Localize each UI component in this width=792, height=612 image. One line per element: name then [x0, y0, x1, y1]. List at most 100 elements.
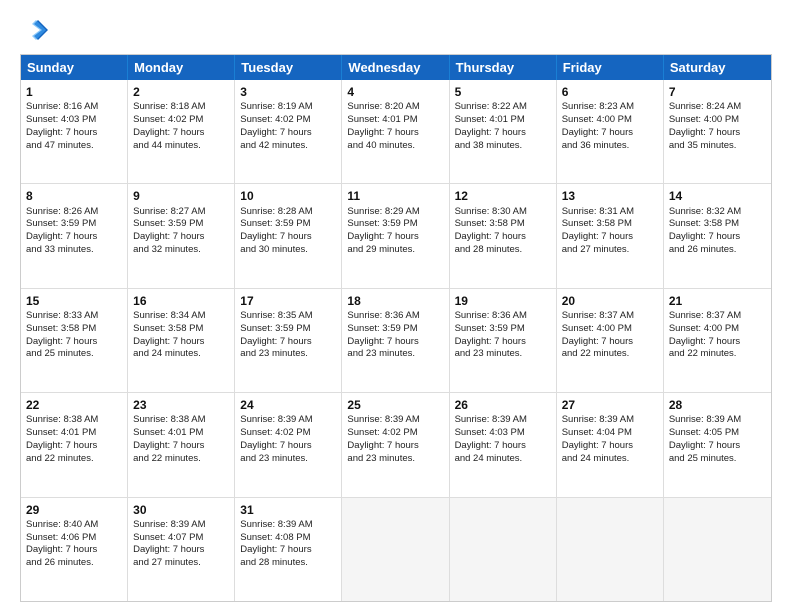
day-cell-19: 19Sunrise: 8:36 AMSunset: 3:59 PMDayligh…	[450, 289, 557, 392]
sunrise-text: Sunrise: 8:38 AM	[133, 414, 205, 425]
daylight-minutes: and 47 minutes.	[26, 140, 94, 151]
sunrise-text: Sunrise: 8:39 AM	[240, 519, 312, 530]
day-cell-8: 8Sunrise: 8:26 AMSunset: 3:59 PMDaylight…	[21, 184, 128, 287]
daylight-text: Daylight: 7 hours	[669, 440, 740, 451]
sunset-text: Sunset: 4:04 PM	[562, 427, 632, 438]
day-cell-4: 4Sunrise: 8:20 AMSunset: 4:01 PMDaylight…	[342, 80, 449, 183]
day-cell-29: 29Sunrise: 8:40 AMSunset: 4:06 PMDayligh…	[21, 498, 128, 601]
daylight-text: Daylight: 7 hours	[347, 440, 418, 451]
daylight-text: Daylight: 7 hours	[347, 127, 418, 138]
sunset-text: Sunset: 4:08 PM	[240, 532, 310, 543]
daylight-minutes: and 23 minutes.	[347, 453, 415, 464]
day-number: 1	[26, 84, 122, 100]
day-number: 5	[455, 84, 551, 100]
sunset-text: Sunset: 3:59 PM	[347, 218, 417, 229]
daylight-minutes: and 44 minutes.	[133, 140, 201, 151]
sunrise-text: Sunrise: 8:29 AM	[347, 206, 419, 217]
daylight-text: Daylight: 7 hours	[240, 336, 311, 347]
sunrise-text: Sunrise: 8:38 AM	[26, 414, 98, 425]
page: SundayMondayTuesdayWednesdayThursdayFrid…	[0, 0, 792, 612]
daylight-text: Daylight: 7 hours	[455, 336, 526, 347]
sunrise-text: Sunrise: 8:23 AM	[562, 101, 634, 112]
daylight-text: Daylight: 7 hours	[26, 544, 97, 555]
day-number: 26	[455, 397, 551, 413]
sunrise-text: Sunrise: 8:32 AM	[669, 206, 741, 217]
day-cell-23: 23Sunrise: 8:38 AMSunset: 4:01 PMDayligh…	[128, 393, 235, 496]
daylight-minutes: and 22 minutes.	[562, 348, 630, 359]
day-number: 29	[26, 502, 122, 518]
daylight-minutes: and 27 minutes.	[562, 244, 630, 255]
empty-cell-r4c5	[557, 498, 664, 601]
sunrise-text: Sunrise: 8:19 AM	[240, 101, 312, 112]
daylight-minutes: and 25 minutes.	[669, 453, 737, 464]
sunrise-text: Sunrise: 8:33 AM	[26, 310, 98, 321]
sunset-text: Sunset: 4:02 PM	[240, 427, 310, 438]
calendar-body: 1Sunrise: 8:16 AMSunset: 4:03 PMDaylight…	[21, 80, 771, 601]
daylight-text: Daylight: 7 hours	[133, 440, 204, 451]
sunrise-text: Sunrise: 8:26 AM	[26, 206, 98, 217]
daylight-minutes: and 29 minutes.	[347, 244, 415, 255]
sunset-text: Sunset: 4:07 PM	[133, 532, 203, 543]
sunrise-text: Sunrise: 8:24 AM	[669, 101, 741, 112]
daylight-text: Daylight: 7 hours	[562, 336, 633, 347]
daylight-minutes: and 26 minutes.	[669, 244, 737, 255]
day-cell-10: 10Sunrise: 8:28 AMSunset: 3:59 PMDayligh…	[235, 184, 342, 287]
day-number: 30	[133, 502, 229, 518]
day-number: 31	[240, 502, 336, 518]
day-cell-30: 30Sunrise: 8:39 AMSunset: 4:07 PMDayligh…	[128, 498, 235, 601]
daylight-minutes: and 22 minutes.	[133, 453, 201, 464]
day-number: 25	[347, 397, 443, 413]
day-cell-18: 18Sunrise: 8:36 AMSunset: 3:59 PMDayligh…	[342, 289, 449, 392]
sunset-text: Sunset: 3:58 PM	[133, 323, 203, 334]
daylight-text: Daylight: 7 hours	[240, 544, 311, 555]
day-cell-31: 31Sunrise: 8:39 AM Sunset: 4:08 PMDayligh…	[235, 498, 342, 601]
calendar-row-3: 15Sunrise: 8:33 AM Sunset: 3:58 PM Dayligh…	[21, 289, 771, 393]
sunset-text: Sunset: 4:03 PM	[26, 114, 96, 125]
sunset-text: Sunset: 3:59 PM	[455, 323, 525, 334]
calendar-row-2: 8Sunrise: 8:26 AMSunset: 3:59 PMDaylight…	[21, 184, 771, 288]
daylight-text: Daylight: 7 hours	[133, 336, 204, 347]
day-cell-13: 13Sunrise: 8:31 AMSunset: 3:58 PMDayligh…	[557, 184, 664, 287]
day-cell-15: 15Sunrise: 8:33 AMSunset: 3:58 PMDayligh…	[21, 289, 128, 392]
day-cell-14: 14Sunrise: 8:32 AMSunset: 3:58 PMDayligh…	[664, 184, 771, 287]
sunset-text: Sunset: 3:59 PM	[347, 323, 417, 334]
sunset-text: Sunset: 4:02 PM	[133, 114, 203, 125]
sunrise-text: Sunrise: 8:40 AM	[26, 519, 98, 530]
logo-icon	[20, 16, 50, 46]
sunrise-text: Sunrise: 8:28 AM	[240, 206, 312, 217]
daylight-minutes: and 32 minutes.	[133, 244, 201, 255]
day-number: 2	[133, 84, 229, 100]
daylight-text: Daylight: 7 hours	[669, 127, 740, 138]
daylight-minutes: and 24 minutes.	[133, 348, 201, 359]
day-number: 9	[133, 188, 229, 204]
sunset-text: Sunset: 4:01 PM	[26, 427, 96, 438]
sunset-text: Sunset: 4:00 PM	[669, 114, 739, 125]
daylight-text: Daylight: 7 hours	[562, 440, 633, 451]
sunrise-text: Sunrise: 8:39 AM	[455, 414, 527, 425]
sunrise-text: Sunrise: 8:39 AM	[562, 414, 634, 425]
sunset-text: Sunset: 3:59 PM	[133, 218, 203, 229]
day-number: 18	[347, 293, 443, 309]
sunset-text: Sunset: 4:02 PM	[240, 114, 310, 125]
calendar: SundayMondayTuesdayWednesdayThursdayFrid…	[20, 54, 772, 602]
day-cell-24: 24Sunrise: 8:39 AMSunset: 4:02 PMDayligh…	[235, 393, 342, 496]
daylight-text: Daylight: 7 hours	[26, 127, 97, 138]
empty-cell-r4c6	[664, 498, 771, 601]
sunset-text: Sunset: 3:59 PM	[26, 218, 96, 229]
sunset-text: Sunset: 3:58 PM	[669, 218, 739, 229]
day-cell-2: 2Sunrise: 8:18 AMSunset: 4:02 PMDaylight…	[128, 80, 235, 183]
day-number: 15	[26, 293, 122, 309]
daylight-minutes: and 30 minutes.	[240, 244, 308, 255]
sunset-text: Sunset: 4:01 PM	[133, 427, 203, 438]
day-number: 24	[240, 397, 336, 413]
sunrise-text: Sunrise: 8:39 AM	[133, 519, 205, 530]
day-cell-20: 20Sunrise: 8:37 AMSunset: 4:00 PMDayligh…	[557, 289, 664, 392]
day-cell-9: 9Sunrise: 8:27 AMSunset: 3:59 PMDaylight…	[128, 184, 235, 287]
day-number: 14	[669, 188, 766, 204]
sunrise-text: Sunrise: 8:31 AM	[562, 206, 634, 217]
sunset-text: Sunset: 3:58 PM	[562, 218, 632, 229]
daylight-text: Daylight: 7 hours	[26, 336, 97, 347]
day-header-saturday: Saturday	[664, 55, 771, 80]
day-header-tuesday: Tuesday	[235, 55, 342, 80]
calendar-row-4: 22Sunrise: 8:38 AMSunset: 4:01 PMDayligh…	[21, 393, 771, 497]
